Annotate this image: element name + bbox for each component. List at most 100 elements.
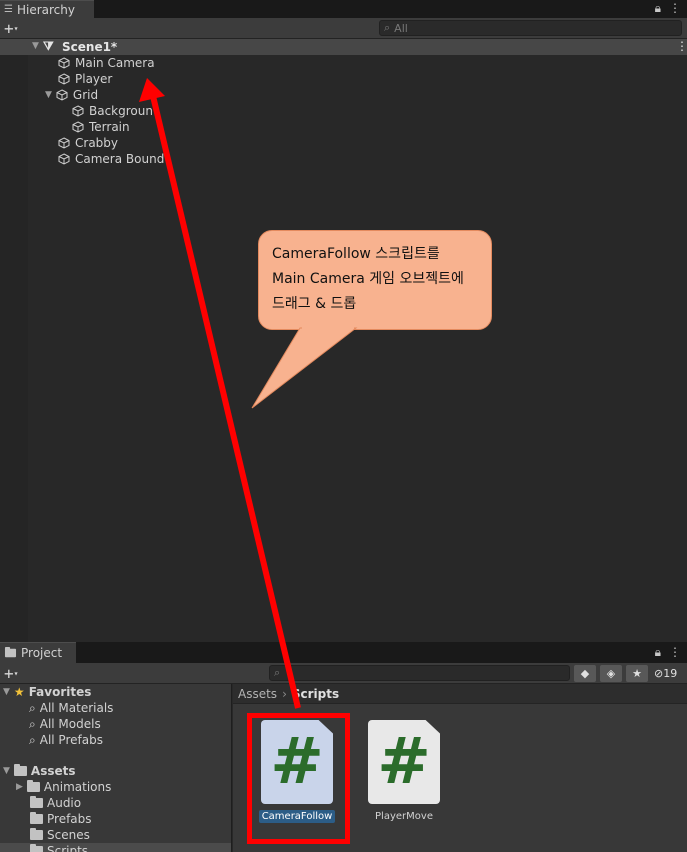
unity-logo-icon: ⧩ (43, 39, 54, 53)
lock-icon[interactable]: 🔒︎ (655, 645, 661, 660)
project-filter-buttons: ◆ ◈ ★ ⊘ 19 (574, 665, 679, 682)
folder-label: Prefabs (47, 812, 92, 826)
assets-label: Assets (30, 764, 76, 778)
chevron-right-icon: › (282, 686, 287, 701)
tab-project-label: Project (21, 646, 63, 660)
kebab-menu-icon[interactable]: ⋮ (669, 1, 681, 16)
gameobject-cube-icon (56, 89, 68, 101)
tree-item-label: Terrain (89, 120, 130, 134)
scene-row[interactable]: ▼ ⧩ Scene1* ⋮ (0, 39, 687, 55)
tree-item-label: Main Camera (75, 56, 155, 70)
tab-hierarchy[interactable]: ☰ Hierarchy (0, 0, 94, 18)
tree-item-camera-bound[interactable]: Camera Bound (58, 151, 164, 167)
folder-animations[interactable]: ▶ Animations (16, 779, 111, 795)
gameobject-cube-icon (58, 73, 70, 85)
tree-item-crabby[interactable]: Crabby (58, 135, 118, 151)
hidden-packages-toggle[interactable]: ⊘ 19 (652, 665, 679, 682)
tree-item-label: Player (75, 72, 113, 86)
tree-item-player[interactable]: Player (58, 71, 112, 87)
favorites-label: Favorites (28, 685, 92, 699)
folder-label: Scenes (47, 828, 90, 842)
hierarchy-tabbar: ☰ Hierarchy 🔒︎ ⋮ (0, 0, 687, 18)
folder-audio[interactable]: Audio (30, 795, 81, 811)
project-folder-tree: ▼ ★ Favorites ⌕ All Materials ⌕ All Mode… (0, 684, 232, 852)
lock-icon[interactable]: 🔒︎ (655, 1, 661, 16)
folder-icon (26, 780, 40, 792)
filter-by-type-icon[interactable]: ◆ (574, 665, 596, 682)
folder-icon (30, 796, 43, 808)
gameobject-cube-icon (58, 137, 70, 149)
expand-arrow-icon[interactable]: ▼ (3, 766, 10, 776)
favorite-item-label: All Models (39, 717, 101, 731)
folder-scenes[interactable]: Scenes (30, 827, 90, 843)
star-icon: ★ (13, 685, 25, 699)
instruction-callout: CameraFollow 스크립트를 Main Camera 게임 오브젝트에 … (258, 230, 492, 330)
list-icon: ☰ (4, 4, 13, 15)
eye-off-icon: ⊘ (654, 667, 664, 680)
gameobject-cube-icon (58, 57, 70, 69)
scene-menu-icon[interactable]: ⋮ (676, 39, 687, 53)
favorite-item-all-models[interactable]: ⌕ All Models (29, 716, 101, 732)
tree-item-label: Grid (72, 88, 99, 102)
breadcrumb-current[interactable]: Scripts (292, 687, 339, 701)
favorites-header[interactable]: ▼ ★ Favorites (3, 684, 91, 700)
project-toolbar: +▾ ⌕ ◆ ◈ ★ ⊘ 19 (0, 663, 687, 684)
search-icon: ⌕ (384, 21, 391, 34)
tree-item-terrain[interactable]: Terrain (72, 119, 130, 135)
folder-scripts[interactable]: Scripts (0, 843, 231, 852)
hash-glyph: # (377, 725, 431, 799)
tab-project[interactable]: Project (0, 642, 76, 663)
hierarchy-toolbar: +▾ ⌕ All (0, 18, 687, 39)
asset-playermove[interactable]: # PlayerMove (358, 720, 450, 823)
project-search-input[interactable]: ⌕ (269, 665, 570, 681)
create-button[interactable]: +▾ (4, 19, 18, 38)
favorite-item-label: All Prefabs (39, 733, 103, 747)
hierarchy-search-input[interactable]: ⌕ All (379, 20, 682, 36)
tree-item-label: Crabby (75, 136, 119, 150)
csharp-script-icon: # (368, 720, 440, 804)
expand-arrow-icon[interactable]: ▶ (16, 782, 23, 792)
folder-label: Animations (43, 780, 112, 794)
expand-arrow-icon[interactable]: ▼ (45, 90, 52, 100)
folder-label: Scripts (47, 844, 89, 852)
favorite-item-all-materials[interactable]: ⌕ All Materials (29, 700, 113, 716)
tree-gutter (0, 55, 28, 642)
folder-icon (30, 844, 43, 852)
folder-open-icon (13, 764, 27, 776)
search-icon: ⌕ (274, 666, 281, 679)
folder-icon (30, 828, 43, 840)
favorite-item-label: All Materials (39, 701, 114, 715)
tree-item-label: Camera Bound (75, 152, 165, 166)
folder-icon (4, 647, 17, 658)
callout-line-3: 드래그 & 드롭 (272, 296, 357, 312)
favorite-star-button[interactable]: ★ (626, 665, 648, 682)
filter-by-label-icon[interactable]: ◈ (600, 665, 622, 682)
assets-header[interactable]: ▼ Assets (3, 763, 76, 779)
project-tabbar: Project 🔒︎ ⋮ (0, 642, 687, 663)
search-icon: ⌕ (29, 700, 36, 715)
kebab-menu-icon[interactable]: ⋮ (669, 645, 681, 660)
tab-hierarchy-label: Hierarchy (16, 2, 75, 17)
expand-arrow-icon[interactable]: ▼ (32, 41, 39, 51)
scene-name: Scene1* (62, 40, 118, 54)
search-icon: ⌕ (29, 732, 36, 747)
expand-arrow-icon[interactable]: ▼ (3, 687, 10, 697)
tree-item-background[interactable]: Backgroun (72, 103, 153, 119)
search-icon: ⌕ (29, 716, 36, 731)
callout-line-2: Main Camera 게임 오브젝트에 (272, 271, 464, 287)
tree-item-grid[interactable]: ▼ Grid (45, 87, 98, 103)
callout-line-1: CameraFollow 스크립트를 (272, 246, 440, 262)
create-asset-button[interactable]: +▾ (4, 664, 18, 683)
breadcrumb: Assets › Scripts (233, 684, 687, 704)
folder-prefabs[interactable]: Prefabs (30, 811, 92, 827)
gameobject-cube-icon (72, 121, 84, 133)
tree-item-main-camera[interactable]: Main Camera (58, 55, 155, 71)
folder-label: Audio (47, 796, 82, 810)
asset-label: PlayerMove (375, 811, 433, 822)
highlight-box (247, 713, 350, 844)
search-placeholder: All (394, 21, 408, 35)
breadcrumb-assets[interactable]: Assets (238, 687, 277, 701)
favorite-item-all-prefabs[interactable]: ⌕ All Prefabs (29, 732, 103, 748)
project-tab-icons: 🔒︎ ⋮ (655, 645, 681, 660)
hierarchy-tab-icons: 🔒︎ ⋮ (655, 1, 681, 16)
